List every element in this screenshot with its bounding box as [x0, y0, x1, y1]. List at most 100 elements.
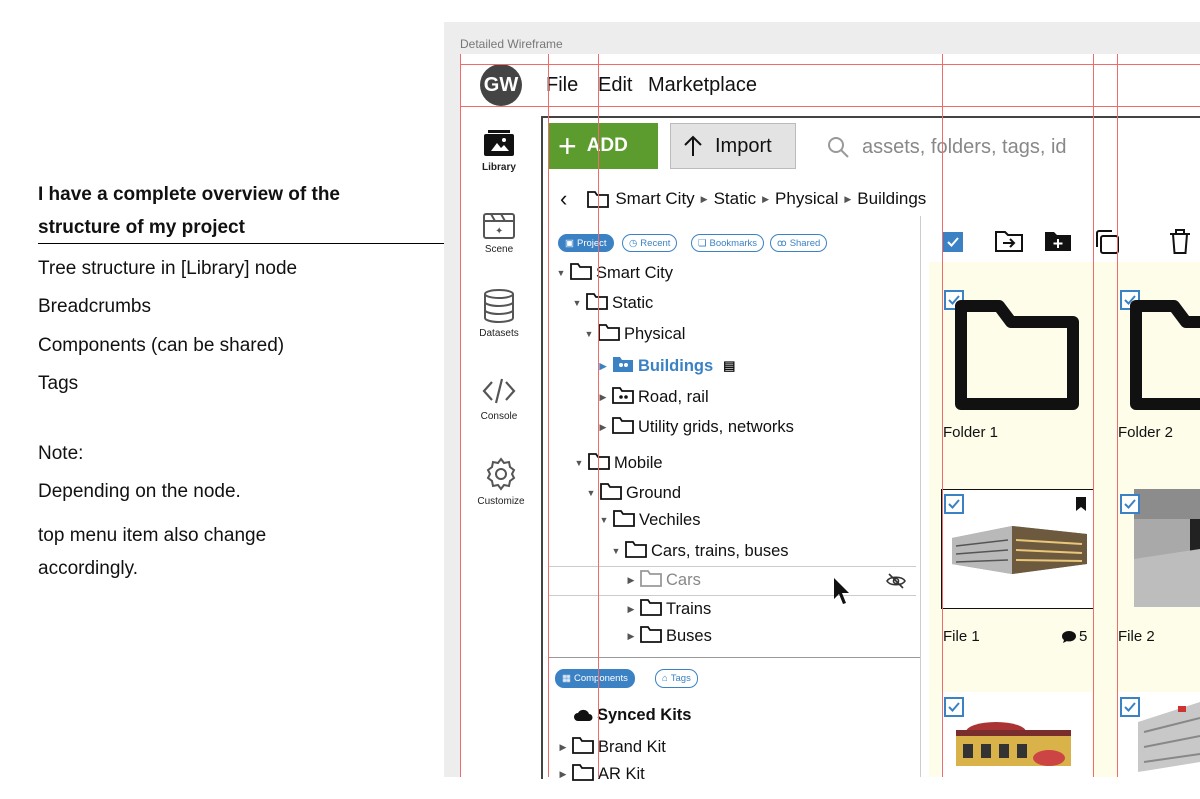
new-folder-icon[interactable] [1044, 229, 1072, 253]
gear-icon [486, 457, 516, 491]
tab-tags[interactable]: ⌂ Tags [655, 669, 698, 688]
plus-icon: + [558, 128, 577, 164]
tree-label: Cars, trains, buses [651, 541, 789, 560]
breadcrumb-item[interactable]: Smart City [615, 189, 694, 209]
hover-row-bottom [548, 595, 916, 596]
caret-right-icon: ▶ [700, 193, 708, 204]
users-icon: ꝏ [777, 237, 787, 249]
sidebar-item-library[interactable]: Library [459, 128, 539, 173]
select-all-checkbox[interactable] [943, 232, 963, 252]
breadcrumb-item[interactable]: Buildings [857, 189, 926, 209]
trash-icon[interactable] [1168, 229, 1192, 255]
tree-label: Vechiles [639, 510, 701, 529]
asset-name[interactable]: File 1 [943, 628, 980, 645]
tree-item-physical[interactable]: ▼ Physical [584, 322, 685, 346]
tree-label: Utility grids, networks [638, 417, 794, 436]
asset-checkbox[interactable] [1120, 494, 1140, 514]
annotation-note-label: Note: [38, 443, 84, 464]
tree-item-brand-kit[interactable]: ▶ Brand Kit [558, 735, 666, 759]
caret-down-icon: ▼ [574, 458, 584, 468]
asset-checkbox[interactable] [944, 697, 964, 717]
tree-item-smart-city[interactable]: ▼ Smart City [556, 261, 673, 285]
caret-right-icon: ▶ [599, 391, 607, 402]
tree-item-ar-kit[interactable]: ▶ AR Kit [558, 762, 645, 786]
caret-down-icon: ▼ [611, 546, 621, 556]
tree-item-cars-trains-buses[interactable]: ▼ Cars, trains, buses [611, 539, 789, 563]
folder-large-icon[interactable] [955, 298, 1081, 410]
tree-label: Road, rail [638, 387, 709, 406]
caret-down-icon: ▼ [572, 298, 582, 308]
search-placeholder: assets, folders, tags, id [862, 135, 1067, 158]
sidebar-item-console[interactable]: Console [459, 375, 539, 422]
caret-right-icon: ▶ [559, 768, 567, 779]
menu-file[interactable]: File [546, 74, 578, 97]
bookmark-icon[interactable] [1075, 496, 1087, 512]
tree-item-trains[interactable]: ▶ Trains [626, 597, 711, 621]
breadcrumb-item[interactable]: Static [714, 189, 757, 209]
menu-edit[interactable]: Edit [598, 74, 632, 97]
filter-project[interactable]: ▣ Project [558, 234, 614, 252]
folder-large-icon[interactable] [1130, 298, 1200, 410]
sidebar-item-label: Library [482, 162, 516, 173]
tree-item-ground[interactable]: ▼ Ground [586, 481, 681, 505]
comment-count[interactable]: 5 [1061, 628, 1087, 645]
tree-item-buses[interactable]: ▶ Buses [626, 624, 712, 648]
menu-marketplace[interactable]: Marketplace [648, 74, 757, 97]
add-button[interactable]: + ADD [548, 123, 658, 169]
caret-down-icon: ▼ [599, 515, 609, 525]
sidebar-item-datasets[interactable]: Datasets [459, 288, 539, 339]
tree-item-cars[interactable]: ▶ Cars [626, 568, 701, 592]
tree-item-mobile[interactable]: ▼ Mobile [574, 451, 663, 475]
tree-item-buildings[interactable]: ▶ Buildings ▤ [598, 354, 735, 378]
eye-off-icon[interactable] [886, 573, 906, 589]
tree-label: Buses [666, 626, 712, 645]
arrow-up-icon [684, 135, 702, 156]
filter-label: Shared [789, 237, 821, 249]
filter-recent[interactable]: ◷ Recent [622, 234, 678, 252]
layout-guide [548, 54, 549, 777]
sidebar-item-label: Scene [484, 244, 514, 255]
breadcrumb-item[interactable]: Physical [775, 189, 838, 209]
search-icon [828, 137, 849, 158]
layout-guide [460, 106, 1200, 107]
back-icon[interactable]: ‹ [560, 186, 567, 212]
filter-label: Project [576, 237, 607, 249]
section-divider [548, 657, 920, 658]
import-button[interactable]: Import [670, 123, 796, 169]
check-icon [1124, 702, 1136, 712]
sidebar-item-label: Customize [477, 496, 525, 507]
annotation-title: I have a complete overview of the struct… [38, 184, 340, 238]
synced-kits-header: Synced Kits [573, 703, 691, 727]
cursor-icon [834, 578, 849, 604]
svg-text:✦: ✦ [495, 226, 503, 237]
asset-checkbox[interactable] [944, 494, 964, 514]
move-to-folder-icon[interactable] [995, 229, 1023, 253]
sidebar-item-customize[interactable]: Customize [461, 456, 541, 507]
asset-name[interactable]: Folder 2 [1118, 424, 1173, 441]
folder-icon [588, 452, 610, 475]
building-thumbnail-image [952, 526, 1087, 574]
tree-item-road-rail[interactable]: ▶ Road, rail [598, 385, 709, 409]
asset-thumbnail[interactable] [1134, 489, 1200, 607]
tab-components[interactable]: ▦ Components [555, 669, 635, 688]
asset-name[interactable]: File 2 [1118, 628, 1155, 645]
avatar[interactable]: GW [480, 64, 522, 106]
tree-label: Smart City [596, 263, 674, 282]
filter-label: Bookmarks [709, 237, 758, 249]
asset-name[interactable]: Folder 1 [943, 424, 998, 441]
tree-item-static[interactable]: ▼ Static [572, 291, 653, 315]
shared-folder-icon [612, 355, 634, 378]
search-input[interactable]: assets, folders, tags, id [826, 130, 1186, 164]
folder-icon [572, 763, 594, 786]
filter-bookmarks[interactable]: ❏ Bookmarks [691, 234, 765, 252]
folder-icon [640, 598, 662, 621]
filter-shared[interactable]: ꝏ Shared [770, 234, 828, 252]
caret-down-icon: ▼ [586, 488, 596, 498]
tree-item-vechiles[interactable]: ▼ Vechiles [599, 508, 700, 532]
asset-checkbox[interactable] [1120, 697, 1140, 717]
tree-item-utility[interactable]: ▶ Utility grids, networks [598, 415, 794, 439]
sidebar-item-scene[interactable]: ✦ Scene [459, 210, 539, 255]
folder-icon [613, 509, 635, 532]
annotation-point: Tree structure in [Library] node [38, 258, 298, 279]
tag-icon: ⌂ [662, 673, 668, 684]
